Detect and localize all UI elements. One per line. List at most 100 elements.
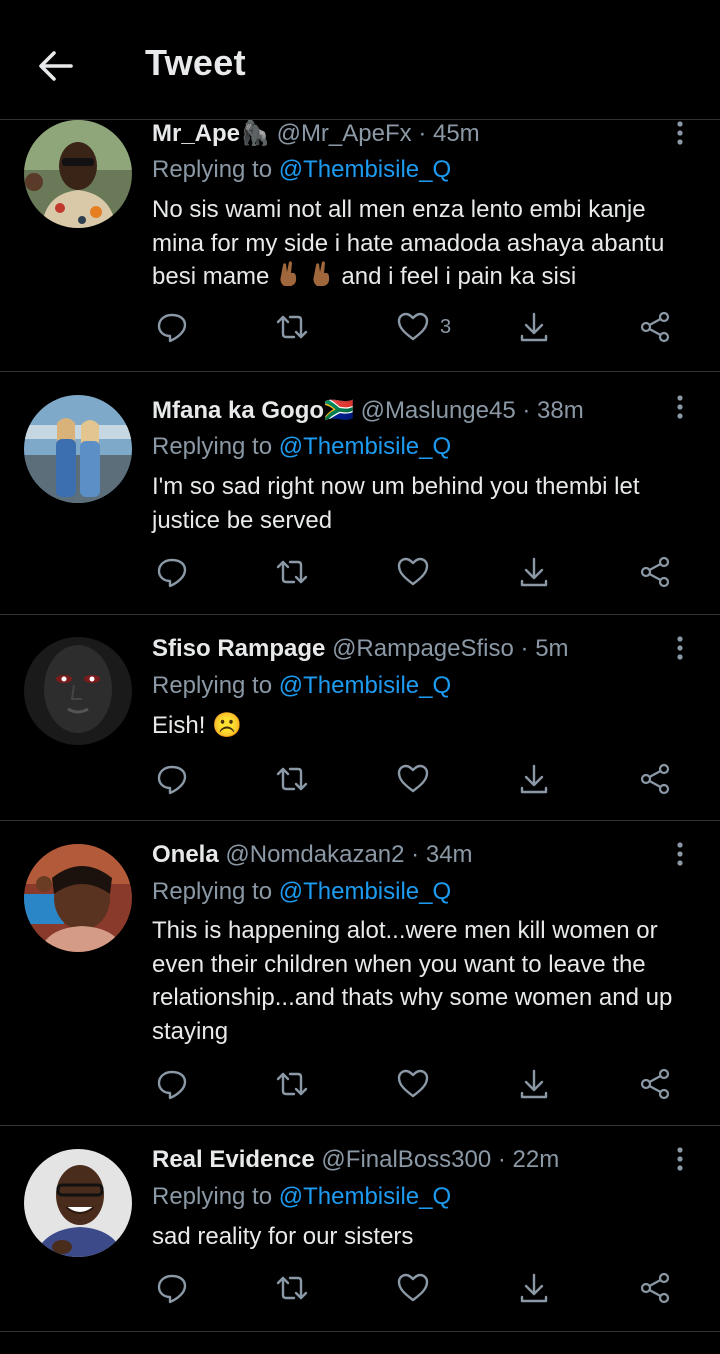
user-handle[interactable]: @Nomdakazan2 — [225, 841, 404, 868]
separator-dot: · — [418, 120, 427, 147]
share-icon — [640, 1272, 670, 1304]
more-vertical-icon[interactable] — [668, 392, 692, 422]
display-name[interactable]: Real Evidence — [152, 1146, 315, 1173]
tweet-time[interactable]: 5m — [535, 635, 568, 662]
tweet-actions: 3 — [152, 310, 682, 350]
more-vertical-icon[interactable] — [668, 1144, 692, 1174]
tweet-card[interactable]: Mfana ka Gogo🇿🇦 @Maslunge45 · 38m Replyi… — [0, 372, 720, 615]
mention-link[interactable]: @Thembisile_Q — [279, 878, 451, 905]
display-name[interactable]: Sfiso Rampage — [152, 635, 325, 662]
tweet-actions — [152, 762, 682, 802]
share-button[interactable] — [638, 555, 672, 595]
display-name[interactable]: Mr_Ape🦍 — [152, 120, 270, 147]
download-icon — [520, 312, 548, 342]
reply-button[interactable] — [155, 1271, 189, 1311]
avatar[interactable] — [24, 1149, 132, 1257]
share-icon — [640, 1068, 670, 1100]
reply-button[interactable] — [155, 1067, 189, 1107]
tweet-meta: Sfiso Rampage @RampageSfiso · 5m — [152, 635, 569, 663]
like-button[interactable] — [396, 555, 430, 595]
tweet-text: Eish! ☹️ — [152, 712, 242, 739]
reply-button[interactable] — [155, 555, 189, 595]
top-app-bar: Tweet — [0, 0, 720, 120]
share-icon — [640, 763, 670, 795]
mention-link[interactable]: @Thembisile_Q — [279, 156, 451, 183]
retweet-button[interactable] — [275, 310, 309, 350]
reply-icon — [157, 1070, 187, 1100]
replying-prefix: Replying to — [152, 1183, 273, 1210]
user-handle[interactable]: @RampageSfiso — [332, 635, 514, 662]
like-button[interactable] — [396, 1271, 430, 1311]
bookmark-button[interactable] — [517, 1067, 551, 1107]
more-vertical-icon[interactable] — [668, 633, 692, 663]
retweet-button[interactable] — [275, 762, 309, 802]
mention-link[interactable]: @Thembisile_Q — [279, 433, 451, 460]
replying-to: Replying to @Thembisile_Q — [152, 878, 451, 906]
tweet-text: No sis wami not all men enza lento embi … — [152, 193, 702, 294]
user-handle[interactable]: @Mr_ApeFx — [277, 120, 412, 147]
mention-link[interactable]: @Thembisile_Q — [279, 672, 451, 699]
avatar[interactable] — [24, 637, 132, 745]
share-button[interactable] — [638, 1067, 672, 1107]
bookmark-button[interactable] — [517, 762, 551, 802]
like-count: 3 — [440, 316, 452, 338]
reply-button[interactable] — [155, 762, 189, 802]
bookmark-button[interactable] — [517, 310, 551, 350]
replying-prefix: Replying to — [152, 672, 273, 699]
tweet-time[interactable]: 22m — [513, 1146, 560, 1173]
retweet-icon — [276, 1276, 308, 1300]
display-name[interactable]: Mfana ka Gogo🇿🇦 — [152, 397, 354, 424]
tweet-text: This is happening alot...were men kill w… — [152, 917, 673, 1045]
retweet-icon — [276, 560, 308, 584]
display-name[interactable]: Onela — [152, 841, 219, 868]
avatar[interactable] — [24, 844, 132, 952]
crossed-fingers-emoji — [313, 261, 329, 286]
heart-icon — [397, 1273, 429, 1302]
crossed-fingers-emoji — [280, 261, 297, 286]
reply-button[interactable] — [155, 310, 189, 350]
heart-icon — [397, 557, 429, 586]
page-title: Tweet — [145, 42, 246, 83]
share-button[interactable] — [638, 1271, 672, 1311]
tweet-meta: Mr_Ape🦍 @Mr_ApeFx · 45m — [152, 120, 480, 148]
tweet-time[interactable]: 38m — [537, 397, 584, 424]
download-icon — [520, 764, 548, 794]
bookmark-button[interactable] — [517, 1271, 551, 1311]
tweet-card[interactable]: Mr_Ape🦍 @Mr_ApeFx · 45m Replying to @The… — [0, 100, 720, 372]
download-icon — [520, 557, 548, 587]
heart-icon — [397, 1069, 429, 1098]
replying-to: Replying to @Thembisile_Q — [152, 156, 451, 184]
replying-prefix: Replying to — [152, 156, 273, 183]
like-button[interactable] — [396, 1067, 430, 1107]
tweet-text: sad reality for our sisters — [152, 1223, 414, 1250]
share-icon — [640, 556, 670, 588]
tweet-card[interactable]: Real Evidence @FinalBoss300 · 22m Replyi… — [0, 1126, 720, 1332]
avatar[interactable] — [24, 120, 132, 228]
retweet-button[interactable] — [275, 1067, 309, 1107]
retweet-button[interactable] — [275, 555, 309, 595]
tweet-text-part: and i feel i pain ka sisi — [341, 263, 577, 290]
tweet-time[interactable]: 45m — [433, 120, 480, 147]
heart-icon — [397, 764, 429, 793]
more-vertical-icon[interactable] — [668, 118, 692, 148]
tweet-card[interactable]: Sfiso Rampage @RampageSfiso · 5m Replyin… — [0, 615, 720, 821]
user-handle[interactable]: @FinalBoss300 — [321, 1146, 491, 1173]
tweet-card[interactable]: Onela @Nomdakazan2 · 34m Replying to @Th… — [0, 821, 720, 1126]
retweet-button[interactable] — [275, 1271, 309, 1311]
download-icon — [520, 1069, 548, 1099]
bookmark-button[interactable] — [517, 555, 551, 595]
mention-link[interactable]: @Thembisile_Q — [279, 1183, 451, 1210]
share-button[interactable] — [638, 762, 672, 802]
reply-icon — [157, 558, 187, 588]
like-button[interactable] — [396, 762, 430, 802]
tweet-actions — [152, 1271, 682, 1311]
arrow-left-icon[interactable] — [36, 46, 76, 86]
user-handle[interactable]: @Maslunge45 — [361, 397, 516, 424]
tweet-actions — [152, 555, 682, 595]
avatar[interactable] — [24, 395, 132, 503]
more-vertical-icon[interactable] — [668, 839, 692, 869]
like-button[interactable]: 3 — [396, 310, 451, 350]
separator-dot: · — [411, 841, 420, 868]
tweet-time[interactable]: 34m — [426, 841, 473, 868]
share-button[interactable] — [638, 310, 672, 350]
